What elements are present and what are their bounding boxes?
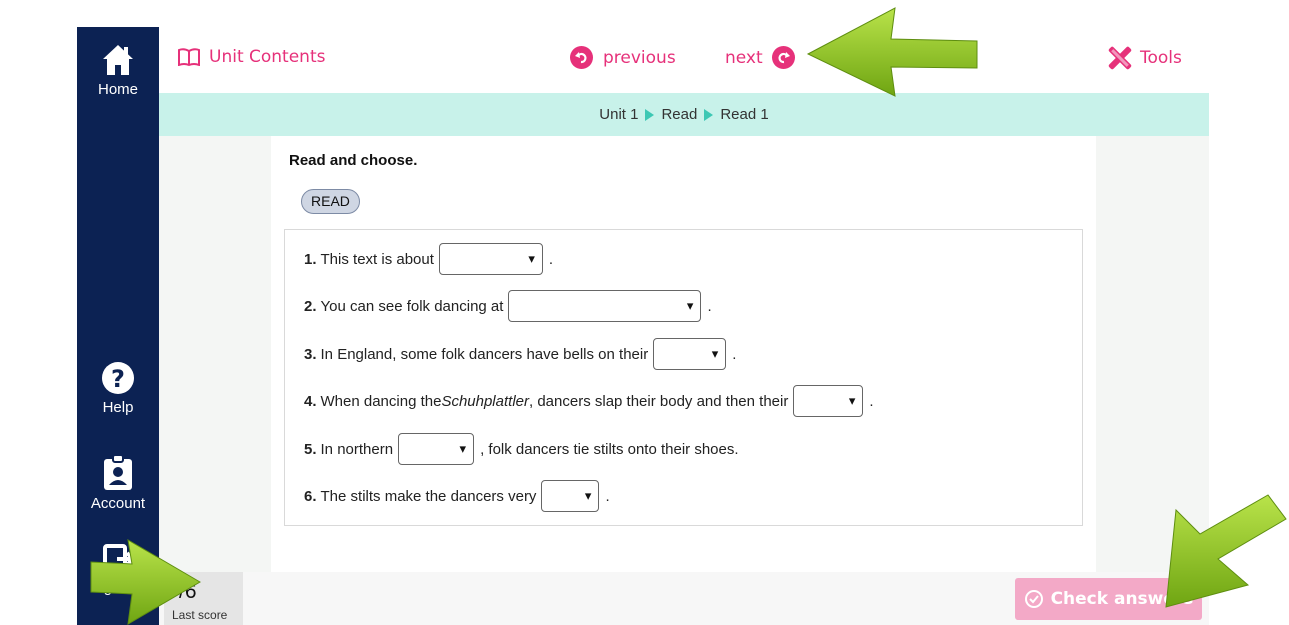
check-answers-label: Check answers <box>1050 589 1194 609</box>
question-number: 4. <box>304 392 317 410</box>
signout-icon <box>103 544 135 574</box>
question-end: . <box>869 392 874 410</box>
tools-label: Tools <box>1140 48 1182 68</box>
sidebar: Home ? Help Account Sign out <box>77 27 159 625</box>
question-5: 5. In northern , folk dancers tie stilts… <box>304 433 739 465</box>
sidebar-item-help[interactable]: ? Help <box>77 360 159 416</box>
book-icon <box>178 48 200 66</box>
next-icon <box>771 46 795 69</box>
top-toolbar: Unit Contents previous next Tools <box>159 27 1209 83</box>
question-text: The stilts make the dancers very <box>320 487 537 505</box>
question-text-continued: , dancers slap their body and then their <box>529 392 789 410</box>
tools-button[interactable]: Tools <box>1108 46 1182 70</box>
answer-dropdown-1[interactable] <box>438 243 543 275</box>
question-number: 1. <box>304 250 317 268</box>
unit-contents-label: Unit Contents <box>209 47 326 67</box>
app-screen: Home ? Help Account Sign out Unit Conten… <box>0 0 1289 625</box>
exercise-panel: Read and choose. READ 1. This text is ab… <box>271 136 1096 572</box>
exercise-instruction: Read and choose. <box>289 152 418 169</box>
next-label: next <box>725 47 763 68</box>
tools-icon <box>1108 46 1132 70</box>
check-circle-icon <box>1024 590 1043 608</box>
help-icon: ? <box>102 362 134 394</box>
question-end: , folk dancers tie stilts onto their sho… <box>480 440 739 458</box>
score-label: Last score <box>172 608 228 622</box>
account-icon <box>104 454 132 490</box>
score-value: -/6 <box>172 580 197 603</box>
last-score-box: -/6 Last score <box>164 572 243 625</box>
unit-contents-button[interactable]: Unit Contents <box>178 47 325 67</box>
question-text: In England, some folk dancers have bells… <box>320 345 649 363</box>
answer-dropdown-2[interactable] <box>508 290 702 322</box>
breadcrumb: Unit 1 Read Read 1 <box>159 93 1209 136</box>
question-1: 1. This text is about . <box>304 243 553 275</box>
previous-button[interactable]: previous <box>570 46 676 69</box>
answer-dropdown-4[interactable] <box>793 385 864 417</box>
read-button[interactable]: READ <box>301 189 360 214</box>
breadcrumb-separator-icon <box>645 108 655 121</box>
question-number: 5. <box>304 440 317 458</box>
answer-dropdown-6[interactable] <box>541 480 600 512</box>
sidebar-home-label: Home <box>97 81 138 98</box>
check-answers-button[interactable]: Check answers <box>1015 578 1202 620</box>
breadcrumb-separator-icon <box>704 108 714 121</box>
question-4: 4. When dancing the Schuhplattler , danc… <box>304 385 874 417</box>
question-end: . <box>707 297 712 315</box>
previous-icon <box>570 46 593 69</box>
question-end: . <box>605 487 610 505</box>
previous-label: previous <box>603 47 676 68</box>
question-6: 6. The stilts make the dancers very . <box>304 480 610 512</box>
question-text: In northern <box>320 440 394 458</box>
questions-box: 1. This text is about . 2. You can see f… <box>284 229 1083 526</box>
question-text: You can see folk dancing at <box>320 297 504 315</box>
breadcrumb-current: Read 1 <box>720 106 769 123</box>
question-end: . <box>732 345 737 363</box>
svg-text:?: ? <box>111 365 125 393</box>
sidebar-account-label: Account <box>90 495 146 512</box>
question-text: This text is about <box>320 250 434 268</box>
question-number: 2. <box>304 297 317 315</box>
question-text: When dancing the <box>320 392 442 410</box>
question-end: . <box>548 250 554 268</box>
sidebar-help-label: Help <box>102 399 134 416</box>
sidebar-item-signout[interactable]: Sign out <box>77 542 159 596</box>
question-3: 3. In England, some folk dancers have be… <box>304 338 736 370</box>
sidebar-item-account[interactable]: Account <box>77 454 159 512</box>
answer-dropdown-3[interactable] <box>653 338 727 370</box>
home-icon <box>103 45 133 75</box>
breadcrumb-section[interactable]: Read <box>661 106 697 123</box>
answer-dropdown-5[interactable] <box>398 433 475 465</box>
question-number: 6. <box>304 487 317 505</box>
breadcrumb-unit[interactable]: Unit 1 <box>599 106 638 123</box>
question-2: 2. You can see folk dancing at . <box>304 290 712 322</box>
sidebar-signout-label: Sign out <box>90 579 146 596</box>
question-italic-term: Schuhplattler <box>441 392 529 410</box>
next-button[interactable]: next <box>725 46 795 69</box>
question-number: 3. <box>304 345 317 363</box>
sidebar-item-home[interactable]: Home <box>77 42 159 98</box>
